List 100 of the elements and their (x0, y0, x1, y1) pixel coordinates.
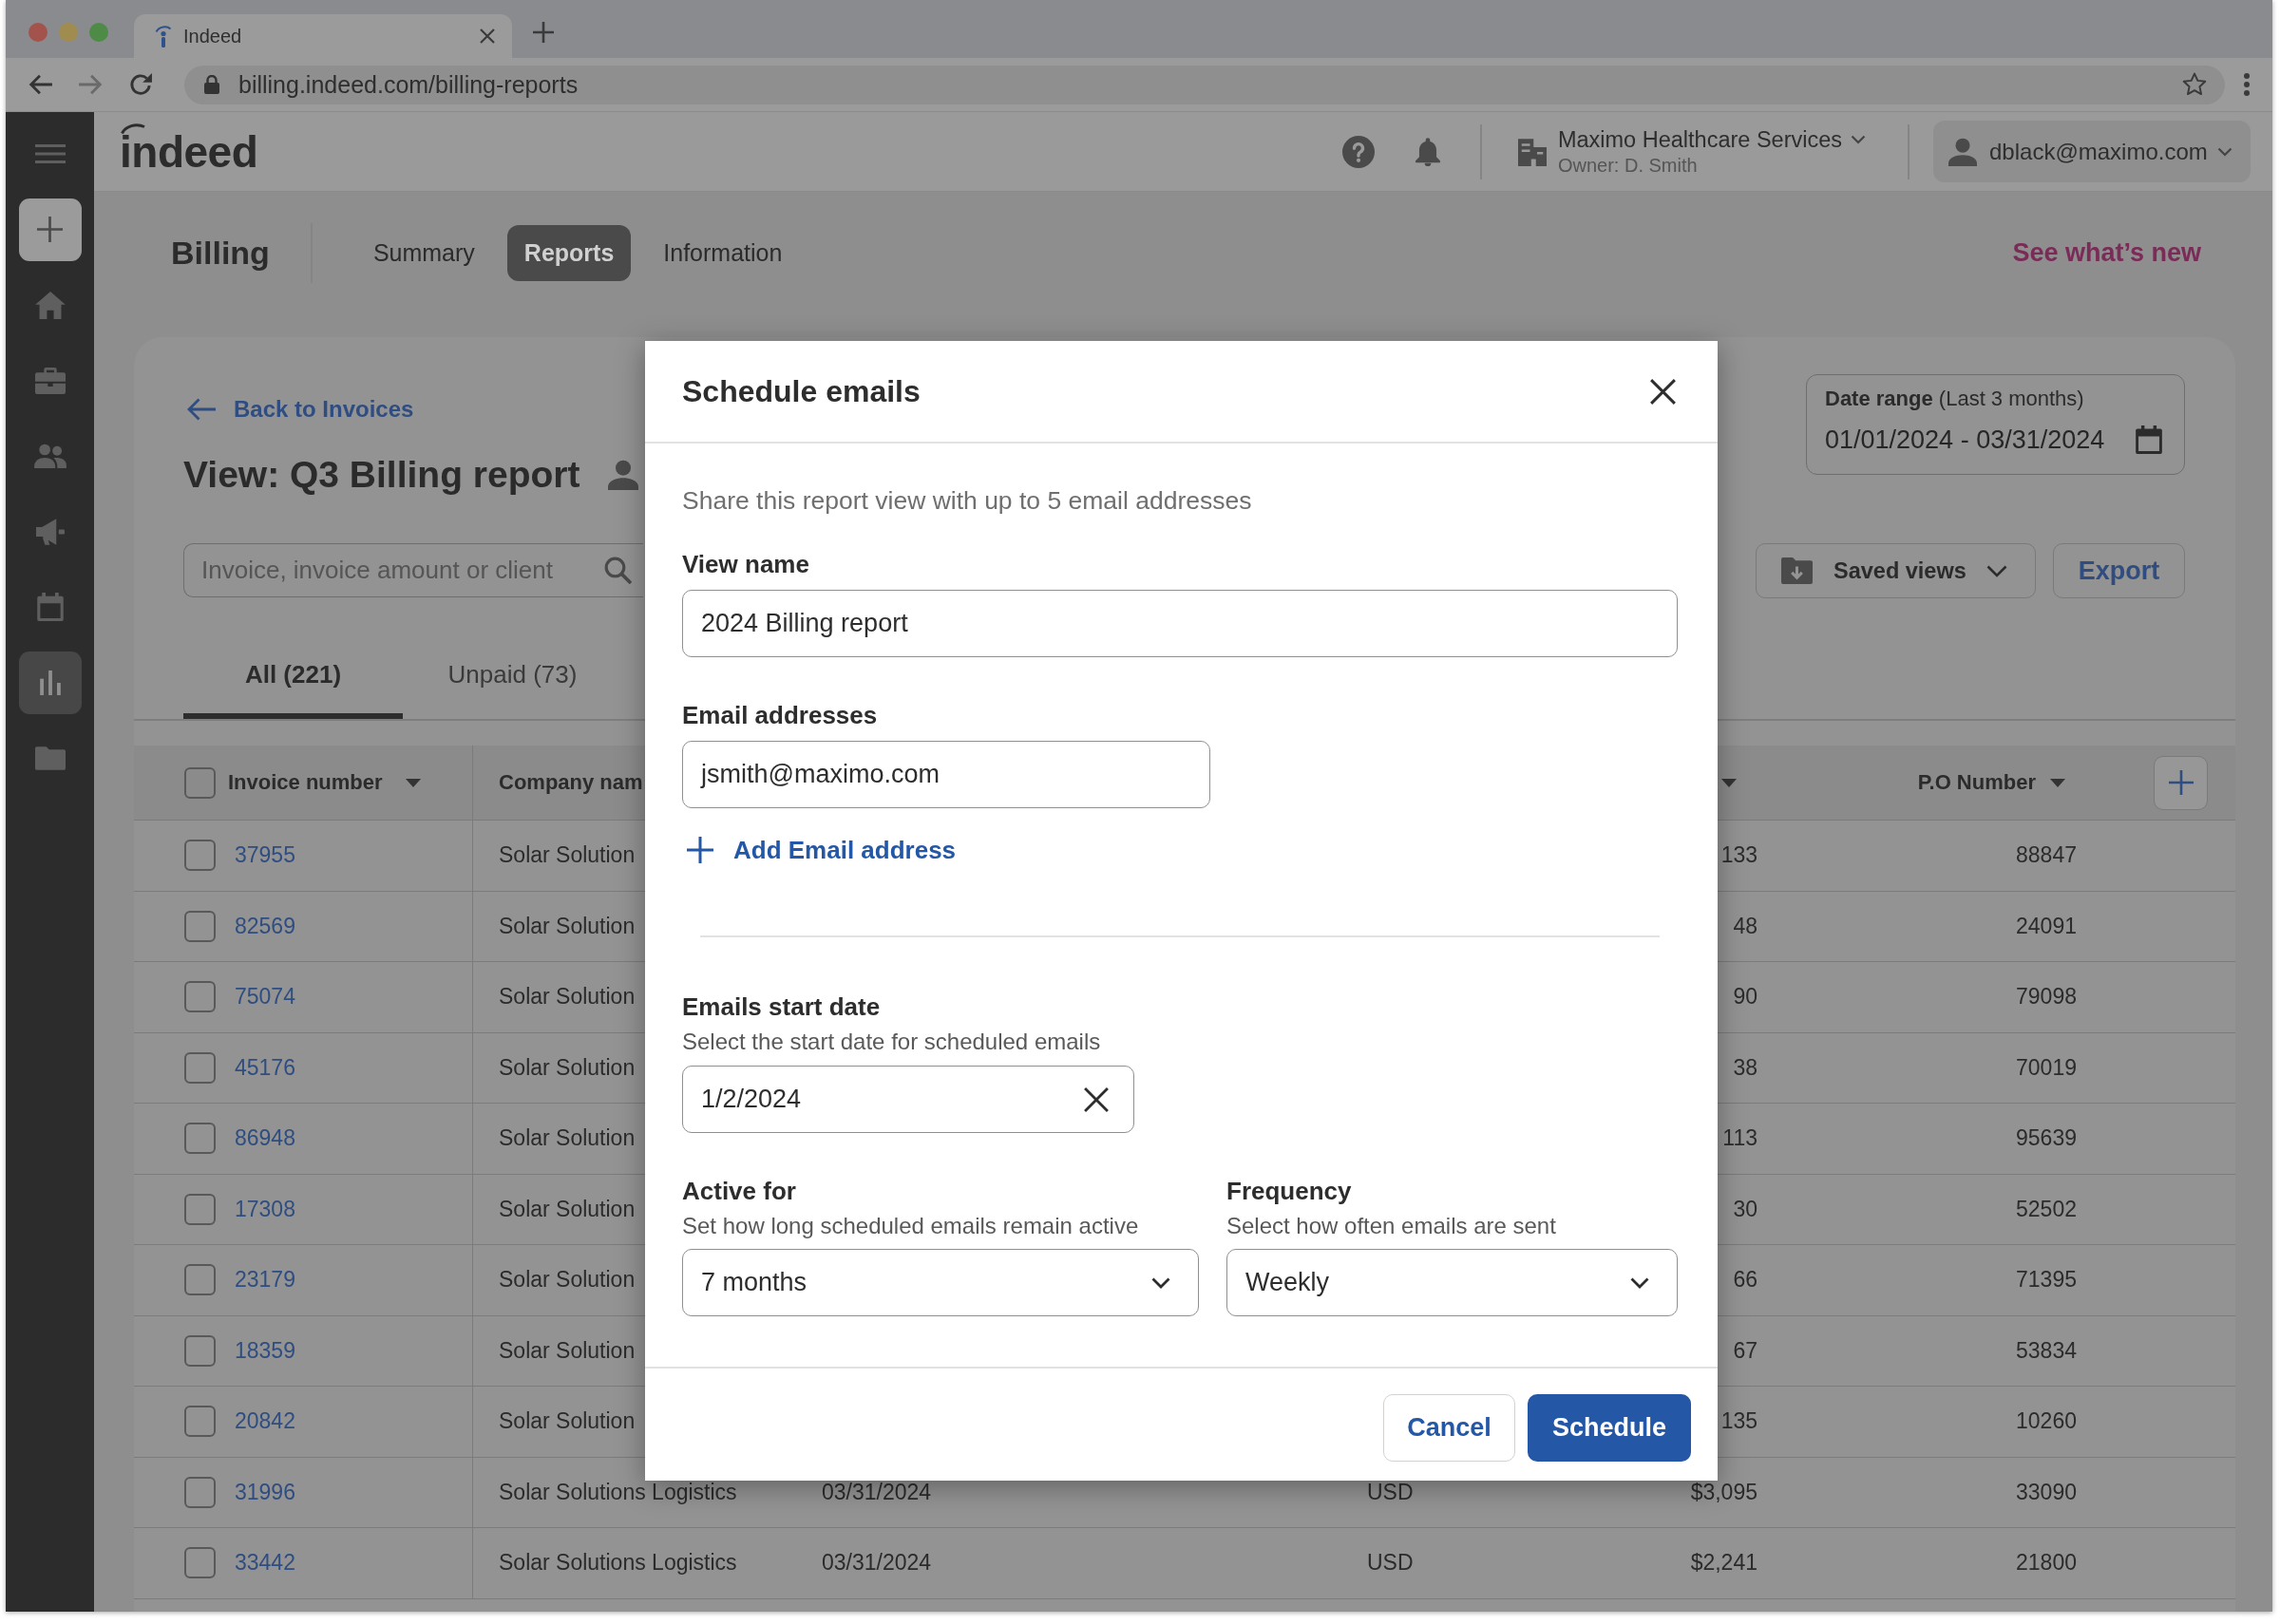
chevron-down-icon (1986, 564, 2007, 577)
saved-views-button[interactable]: Saved views (1756, 543, 2036, 598)
invoice-number-link[interactable]: 45176 (235, 1056, 295, 1079)
plus-icon[interactable] (533, 22, 554, 43)
account-button[interactable]: dblack@maximo.com (1933, 121, 2251, 182)
invoice-number-link[interactable]: 18359 (235, 1339, 295, 1362)
row-checkbox[interactable] (184, 1547, 216, 1579)
field-label: Active for (682, 1176, 796, 1206)
search-field[interactable]: Invoice, invoice amount or client (183, 543, 643, 597)
organization-name[interactable]: Maximo Healthcare Services (1557, 125, 1842, 153)
caret-down-icon[interactable] (1721, 778, 1737, 787)
invoice-number-link[interactable]: 17308 (235, 1198, 295, 1220)
po-number-text: 24091 (2016, 915, 2077, 937)
frequency-select[interactable]: Weekly (1226, 1249, 1678, 1316)
amount-text: 67 (1733, 1339, 1758, 1362)
invoice-number-link[interactable]: 31996 (235, 1481, 295, 1503)
company-name-text: Solar Solution (499, 986, 636, 1009)
company-name-text: Solar Solutions Logistics (499, 1481, 737, 1503)
logo-arc-icon (121, 123, 145, 134)
chevron-down-icon (1151, 1276, 1170, 1289)
clear-icon[interactable] (1084, 1086, 1109, 1112)
folder-download-icon (1781, 557, 1813, 584)
nav-tab[interactable]: Summary (355, 225, 492, 281)
column-header[interactable]: P.O Number (1917, 770, 2036, 795)
add-email-link[interactable]: Add Email address (687, 833, 957, 867)
reload-icon[interactable] (128, 72, 153, 97)
menu-icon[interactable] (34, 144, 66, 163)
date-range-label: Date range (Last 3 months) (1825, 387, 2084, 411)
chevron-down-icon[interactable] (1851, 134, 1866, 144)
company-name-text: Solar Solution (499, 915, 636, 937)
row-checkbox[interactable] (184, 981, 216, 1013)
invoice-number-link[interactable]: 75074 (235, 986, 295, 1009)
modal-description: Share this report view with up to 5 email addresses (682, 485, 1252, 516)
row-checkbox[interactable] (184, 1476, 216, 1508)
sidebar-item[interactable] (18, 651, 82, 714)
zoom-window-button[interactable] (89, 23, 108, 42)
company-name-text: Solar Solution (499, 1410, 636, 1433)
select-all-checkbox[interactable] (184, 766, 216, 799)
row-checkbox[interactable] (184, 1051, 216, 1084)
calendar-icon[interactable] (2136, 425, 2162, 454)
star-icon[interactable] (2182, 72, 2207, 97)
cancel-button[interactable]: Cancel (1383, 1394, 1515, 1462)
company-name-text: Solar Solution (499, 1339, 636, 1362)
create-button[interactable] (18, 198, 82, 261)
invoice-number-link[interactable]: 37955 (235, 844, 295, 867)
column-header[interactable]: Invoice number (228, 770, 383, 795)
currency-text: USD (1367, 1552, 1414, 1575)
nav-tab[interactable]: Information (646, 225, 800, 281)
po-number-text: 95639 (2016, 1127, 2077, 1150)
row-checkbox[interactable] (184, 1193, 216, 1225)
report-title: View: Q3 Billing report (183, 453, 580, 497)
po-number-text: 21800 (2016, 1552, 2077, 1575)
invoice-number-link[interactable]: 23179 (235, 1269, 295, 1292)
date-field[interactable]: 1/2/2024 (682, 1066, 1134, 1133)
bell-icon[interactable] (1415, 137, 1440, 166)
invoice-number-link[interactable]: 86948 (235, 1127, 295, 1150)
row-checkbox[interactable] (184, 840, 216, 872)
po-number-text: 53834 (2016, 1339, 2077, 1362)
invoice-number-link[interactable]: 20842 (235, 1410, 295, 1433)
field-label: View name (682, 549, 809, 579)
whats-new-link[interactable]: See what’s new (2012, 238, 2201, 268)
export-button[interactable]: Export (2053, 543, 2185, 598)
back-arrow-icon[interactable] (28, 72, 53, 97)
view-name-field[interactable]: 2024 Billing report (682, 590, 1678, 657)
row-checkbox[interactable] (184, 1264, 216, 1296)
search-icon[interactable] (604, 557, 632, 584)
filter-tab[interactable]: All (221) (183, 647, 403, 719)
amount-text: 90 (1733, 986, 1758, 1009)
row-checkbox[interactable] (184, 1123, 216, 1155)
browser-tab[interactable]: Indeed (134, 14, 512, 58)
column-header[interactable]: Company nam (499, 770, 643, 795)
row-checkbox[interactable] (184, 1334, 216, 1367)
amount-text: 48 (1733, 915, 1758, 937)
date-range-field[interactable]: Date range (Last 3 months) 01/01/2024 - 03/31/2024 (1806, 374, 2185, 475)
close-window-button[interactable] (28, 23, 48, 42)
chevron-down-icon (2217, 146, 2232, 157)
filter-tab[interactable]: Unpaid (73) (403, 647, 622, 719)
active-for-select[interactable]: 7 months (682, 1249, 1199, 1316)
help-icon[interactable] (1341, 135, 1375, 168)
field-label: Emails start date (682, 991, 881, 1022)
caret-down-icon[interactable] (405, 778, 421, 787)
nav-tab[interactable]: Reports (506, 225, 632, 281)
field-hint: Select the start date for scheduled emails (682, 1029, 1101, 1055)
address-bar[interactable]: billing.indeed.com/billing-reports (184, 65, 2225, 104)
back-link[interactable]: Back to Invoices (187, 394, 414, 425)
po-number-text: 52502 (2016, 1198, 2077, 1220)
caret-down-icon[interactable] (2050, 778, 2065, 787)
invoice-number-link[interactable]: 33442 (235, 1552, 295, 1575)
invoice-number-link[interactable]: 82569 (235, 915, 295, 937)
briefcase-icon (34, 367, 66, 394)
schedule-button[interactable]: Schedule (1528, 1394, 1691, 1462)
email-field[interactable]: jsmith@maximo.com (682, 741, 1210, 808)
more-options-icon[interactable] (2244, 73, 2250, 96)
megaphone-icon (35, 518, 65, 545)
row-checkbox[interactable] (184, 1406, 216, 1438)
row-checkbox[interactable] (184, 910, 216, 942)
forward-arrow-icon[interactable] (78, 72, 103, 97)
add-column-button[interactable] (2154, 755, 2208, 810)
close-icon[interactable] (1650, 378, 1676, 405)
logo-wordmark[interactable]: indeed (120, 135, 258, 169)
